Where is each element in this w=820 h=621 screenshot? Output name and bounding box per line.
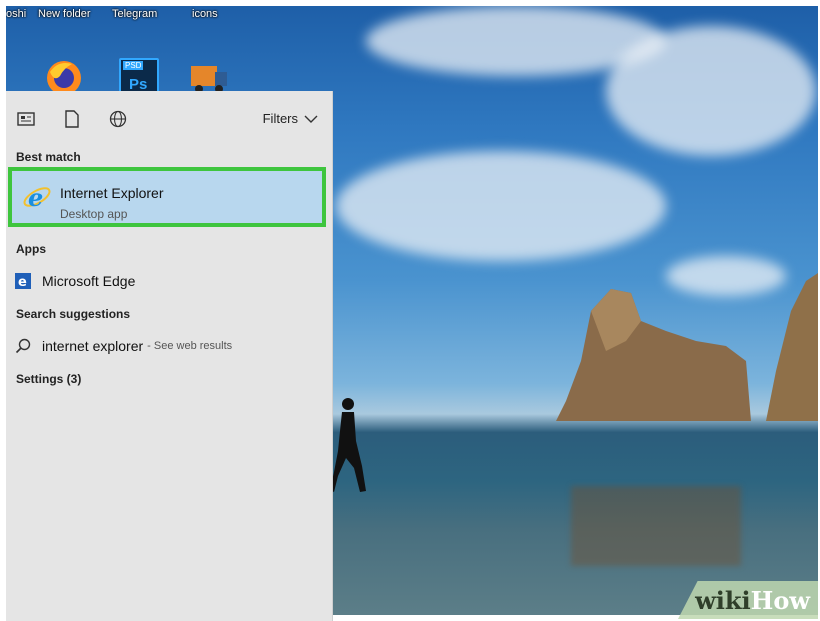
- desktop-label[interactable]: Telegram: [112, 8, 157, 20]
- suggestion-query: internet explorer: [42, 338, 144, 354]
- rock-formation: [766, 273, 818, 421]
- rock-formation: [556, 289, 751, 421]
- filter-toolbar: Filters: [6, 101, 332, 137]
- best-match-subtitle: Desktop app: [60, 207, 128, 221]
- search-icon: [14, 337, 32, 355]
- cloud: [336, 151, 666, 261]
- documents-filter-icon[interactable]: [62, 109, 82, 129]
- app-item-microsoft-edge[interactable]: e Microsoft Edge: [14, 269, 135, 293]
- chevron-down-icon: [304, 115, 318, 123]
- suggestion-hint: - See web results: [147, 340, 233, 352]
- desktop-label[interactable]: icons: [192, 8, 218, 20]
- search-suggestions-heading: Search suggestions: [16, 307, 131, 321]
- rock-reflection: [571, 486, 741, 566]
- desktop-label[interactable]: oshi: [6, 8, 26, 20]
- cloud: [606, 26, 816, 156]
- best-match-title: Internet Explorer: [60, 185, 164, 201]
- apps-heading: Apps: [16, 242, 46, 256]
- settings-heading[interactable]: Settings (3): [16, 372, 81, 386]
- watermark-part-wiki: wiki: [695, 585, 751, 615]
- filters-label: Filters: [262, 111, 298, 126]
- filters-dropdown[interactable]: Filters: [263, 111, 318, 126]
- best-match-internet-explorer[interactable]: e Internet Explorer Desktop app: [8, 167, 326, 227]
- runner-silhouette: [330, 398, 366, 492]
- best-match-heading: Best match: [16, 150, 81, 164]
- microsoft-edge-icon: e: [14, 272, 32, 290]
- photoshop-badge: PSD: [123, 61, 144, 70]
- search-results-panel: Filters Best match e Internet Explorer D…: [6, 91, 333, 621]
- app-item-label: Microsoft Edge: [42, 273, 136, 289]
- internet-explorer-icon: e: [23, 183, 51, 212]
- apps-filter-icon[interactable]: [16, 109, 36, 129]
- desktop-label[interactable]: New folder: [38, 8, 91, 20]
- suggestion-item-internet-explorer[interactable]: internet explorer - See web results: [14, 334, 232, 358]
- svg-text:e: e: [28, 183, 43, 212]
- web-filter-icon[interactable]: [108, 109, 128, 129]
- watermark-part-how: How: [750, 585, 810, 615]
- wikihow-watermark: wiki How: [678, 581, 818, 619]
- svg-text:e: e: [18, 275, 27, 289]
